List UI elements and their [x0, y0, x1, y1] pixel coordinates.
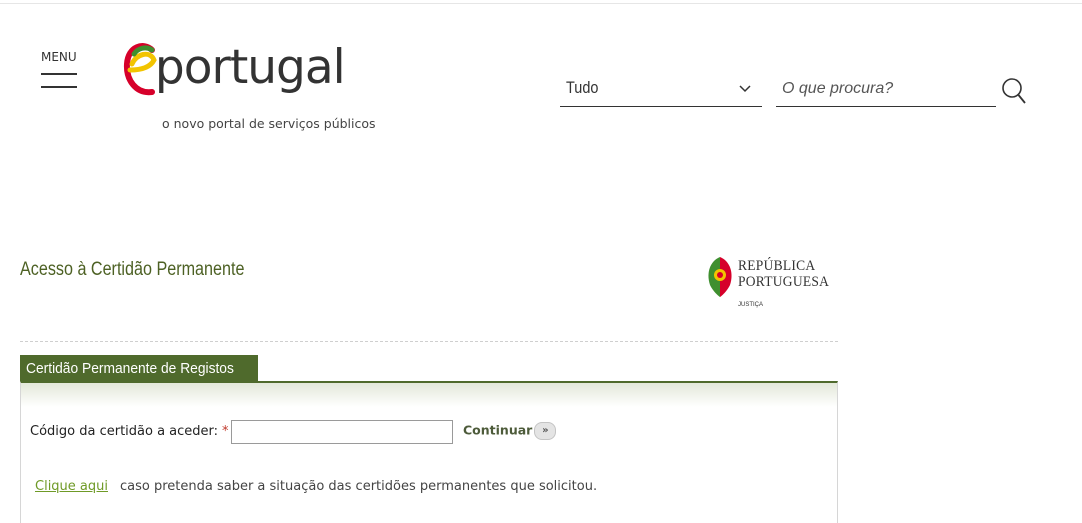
status-link-line: Clique aqui caso pretenda saber a situaçã… — [35, 479, 597, 494]
republica-portuguesa-logo: REPÚBLICA PORTUGUESA JUSTIÇA — [706, 255, 836, 315]
republica-emblem-icon — [708, 257, 732, 297]
eportugal-logo[interactable]: eeportugalportugal o novo portal de serv… — [122, 40, 382, 140]
certidao-panel — [20, 381, 838, 523]
clique-aqui-link[interactable]: Clique aqui — [35, 479, 108, 494]
certidao-code-input[interactable] — [231, 420, 453, 444]
menu-label: MENU — [41, 50, 77, 64]
double-chevron-right-icon: » — [534, 422, 557, 440]
status-link-description: caso pretenda saber a situação das certi… — [120, 479, 598, 494]
logo-wordmark: eeportugalportugal — [154, 40, 346, 95]
page-title: Acesso à Certidão Permanente — [20, 259, 245, 280]
search-scope-select[interactable]: Tudo — [560, 72, 762, 107]
republica-small-text: JUSTIÇA — [738, 302, 764, 308]
hamburger-icon-bar — [41, 73, 77, 75]
search-button[interactable] — [1000, 76, 1028, 106]
continue-label: Continuar — [463, 422, 533, 438]
section-divider — [20, 341, 838, 342]
republica-line1: REPÚBLICA — [738, 258, 816, 274]
top-divider — [0, 3, 1082, 4]
hamburger-icon-bar — [41, 86, 77, 88]
menu-button[interactable]: MENU — [41, 50, 79, 99]
search-input[interactable] — [776, 72, 996, 107]
panel-tab-label: Certidão Permanente de Registos — [20, 355, 258, 382]
search-scope-value: Tudo — [566, 78, 599, 97]
logo-tagline: o novo portal de serviços públicos — [162, 116, 376, 131]
code-field-label: Código da certidão a aceder: * — [30, 424, 229, 439]
chevron-down-icon — [739, 85, 751, 93]
continue-button[interactable]: Continuar» — [463, 422, 557, 442]
republica-line2: PORTUGUESA — [738, 274, 830, 290]
required-mark: * — [222, 424, 229, 439]
search-icon — [1002, 78, 1026, 104]
